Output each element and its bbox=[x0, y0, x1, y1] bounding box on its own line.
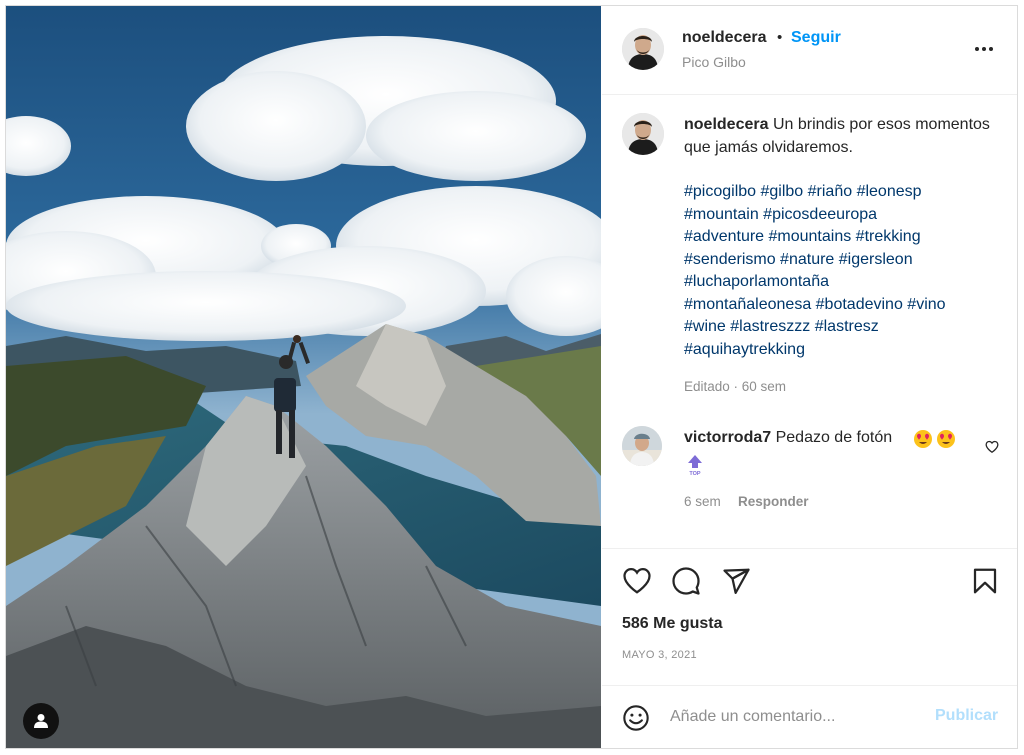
caption-avatar[interactable] bbox=[622, 113, 664, 155]
hashtag-line[interactable]: #adventure #mountains #trekking bbox=[684, 226, 994, 249]
bookmark-icon[interactable] bbox=[970, 566, 1000, 596]
hashtag-line[interactable]: #aquihaytrekking bbox=[684, 339, 994, 362]
hashtag-line[interactable]: #luchaporlamontaña bbox=[684, 271, 994, 294]
heart-eyes-emoji bbox=[914, 430, 932, 448]
hashtag-line[interactable]: #mountain #picosdeeuropa bbox=[684, 204, 994, 227]
like-comment-heart-icon[interactable] bbox=[985, 440, 999, 454]
post-location[interactable]: Pico Gilbo bbox=[682, 54, 746, 70]
hashtag-list: #picogilbo #gilbo #riaño #leonesp #mount… bbox=[684, 181, 994, 361]
follow-button[interactable]: Seguir bbox=[791, 29, 841, 47]
more-horizontal-icon[interactable] bbox=[974, 46, 994, 52]
heart-eyes-emoji bbox=[937, 430, 955, 448]
likes-count[interactable]: 586 Me gusta bbox=[622, 615, 722, 633]
publish-button[interactable]: Publicar bbox=[935, 707, 998, 725]
hashtag-line[interactable]: #wine #lastreszzz #lastresz bbox=[684, 316, 994, 339]
add-comment-bar: Publicar bbox=[602, 685, 1017, 749]
comment-time[interactable]: 6 sem bbox=[684, 494, 721, 509]
comment-username[interactable]: victorroda7 bbox=[684, 429, 771, 446]
comment-input[interactable] bbox=[670, 704, 915, 730]
post-username[interactable]: noeldecera bbox=[682, 29, 766, 47]
post-image[interactable] bbox=[6, 6, 601, 748]
hashtag-line[interactable]: #picogilbo #gilbo #riaño #leonesp bbox=[684, 181, 994, 204]
comment-icon[interactable] bbox=[671, 566, 701, 596]
comment-body: victorroda7 Pedazo de fotón bbox=[684, 429, 892, 447]
caption-username[interactable]: noeldecera bbox=[684, 116, 768, 133]
edited-timestamp: Editado · 60 sem bbox=[684, 379, 787, 394]
commenter-avatar[interactable] bbox=[622, 426, 662, 466]
heart-icon[interactable] bbox=[622, 566, 652, 596]
mountain-photo bbox=[6, 6, 601, 748]
post-date[interactable]: MAYO 3, 2021 bbox=[622, 649, 697, 661]
hashtag-line[interactable]: #senderismo #nature #igersleon bbox=[684, 249, 994, 272]
comment-text: Pedazo de fotón bbox=[775, 429, 893, 446]
post-side-panel: noeldecera • Seguir Pico Gilbo noeldecer… bbox=[602, 6, 1017, 748]
hashtag-line[interactable]: #montañaleonesa #botadevino #vino bbox=[684, 294, 994, 317]
separator-dot: • bbox=[777, 29, 783, 46]
post-header: noeldecera • Seguir Pico Gilbo bbox=[602, 6, 1017, 95]
avatar[interactable] bbox=[622, 28, 664, 70]
emoji-picker-icon[interactable] bbox=[622, 704, 650, 732]
share-icon[interactable] bbox=[721, 566, 751, 596]
tagged-user-icon[interactable] bbox=[23, 703, 59, 739]
top-arrow-emoji: TOP bbox=[688, 455, 702, 476]
svg-text:TOP: TOP bbox=[689, 471, 701, 476]
reply-button[interactable]: Responder bbox=[738, 494, 809, 509]
post-caption: noeldecera Un brindis por esos momentos … bbox=[684, 114, 994, 159]
